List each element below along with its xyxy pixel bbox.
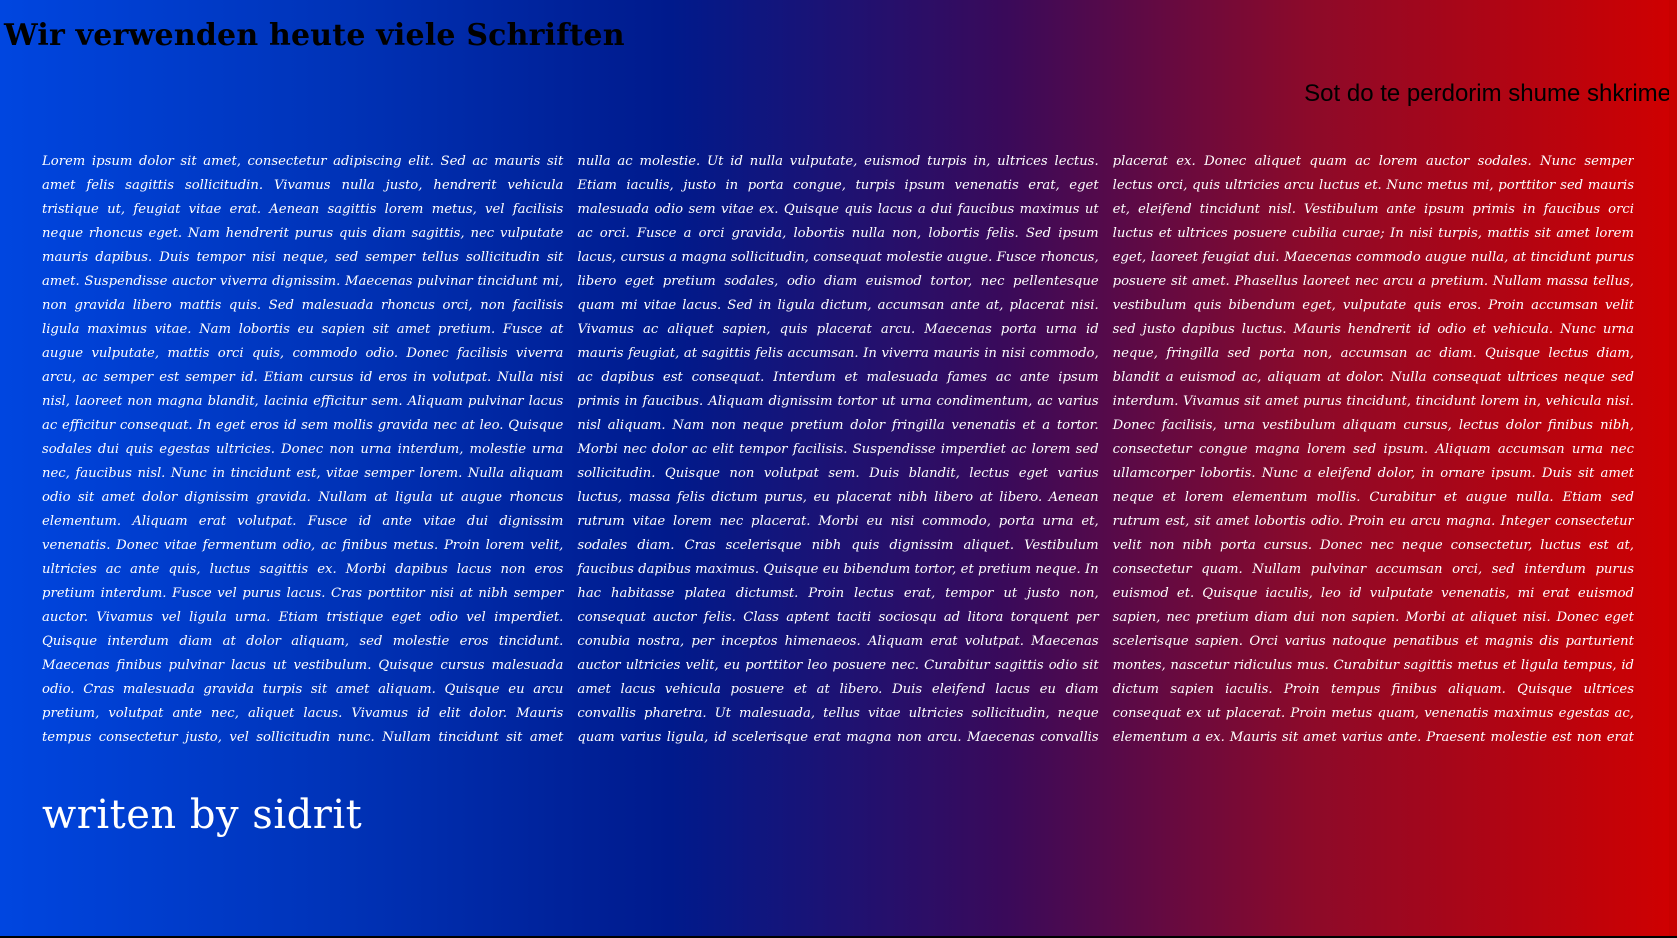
author-credit: writen by sidrit (42, 792, 363, 838)
page-subtitle: Sot do te perdorim shume shkrime (1304, 80, 1671, 107)
body-text-columns: Lorem ipsum dolor sit amet, consectetur … (42, 154, 1634, 745)
page-title: Wir verwenden heute viele Schriften (4, 18, 625, 53)
right-edge-strip (1669, 0, 1677, 938)
page-frame: Wir verwenden heute viele Schriften Sot … (0, 0, 1677, 938)
